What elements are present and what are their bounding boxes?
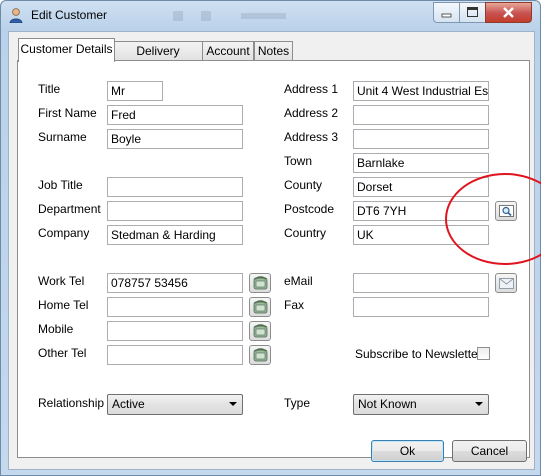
address1-label: Address 1: [284, 82, 339, 96]
fax-field[interactable]: [353, 297, 489, 317]
dial-other-tel-button[interactable]: [249, 345, 271, 365]
postcode-field[interactable]: DT6 7YH: [353, 201, 489, 221]
surname-field[interactable]: Boyle: [107, 129, 243, 149]
home-tel-label: Home Tel: [38, 298, 89, 312]
company-label: Company: [38, 226, 90, 240]
postcode-lookup-button[interactable]: [495, 201, 517, 221]
phone-icon: [253, 348, 268, 362]
mobile-field[interactable]: [107, 321, 243, 341]
relationship-select[interactable]: Active: [107, 394, 243, 415]
other-tel-label: Other Tel: [38, 346, 87, 360]
work-tel-field[interactable]: 078757 53456: [107, 273, 243, 293]
customer-details-panel: Title Mr First Name Fred Surname Boyle J…: [17, 60, 530, 458]
maximize-button[interactable]: [459, 2, 486, 23]
country-label: Country: [284, 226, 327, 240]
first-name-field[interactable]: Fred: [107, 105, 243, 125]
job-title-label: Job Title: [38, 178, 83, 192]
title-field[interactable]: Mr: [107, 81, 163, 101]
relationship-label: Relationship: [38, 396, 105, 410]
work-tel-label: Work Tel: [38, 274, 85, 288]
envelope-icon: [499, 278, 514, 289]
relationship-value: Active: [112, 397, 145, 411]
maximize-icon: [467, 7, 478, 17]
type-label: Type: [284, 396, 311, 410]
country-field[interactable]: UK: [353, 225, 489, 245]
other-tel-field[interactable]: [107, 345, 243, 365]
send-email-button[interactable]: [495, 273, 517, 293]
address2-field[interactable]: [353, 105, 489, 125]
tab-customer-details[interactable]: Customer Details: [18, 38, 115, 62]
minimize-button[interactable]: [433, 2, 460, 23]
address2-label: Address 2: [284, 106, 339, 120]
newsletter-label: Subscribe to Newsletter: [355, 347, 482, 361]
phone-icon: [253, 276, 268, 290]
background-window-ghost: [173, 11, 286, 21]
job-title-field[interactable]: [107, 177, 243, 197]
postcode-label: Postcode: [284, 202, 335, 216]
window-title: Edit Customer: [31, 8, 108, 22]
tab-notes[interactable]: Notes: [254, 41, 293, 61]
magnifier-icon: [499, 205, 514, 217]
cancel-button[interactable]: Cancel: [452, 440, 527, 462]
minimize-icon: [441, 13, 452, 18]
dial-home-tel-button[interactable]: [249, 297, 271, 317]
tab-delivery-address[interactable]: Delivery Address: [113, 41, 203, 77]
chevron-down-icon: [229, 402, 237, 406]
ok-button[interactable]: Ok: [371, 440, 444, 462]
chevron-down-icon: [475, 402, 483, 406]
address3-label: Address 3: [284, 130, 339, 144]
email-label: eMail: [284, 274, 313, 288]
mobile-label: Mobile: [38, 322, 74, 336]
home-tel-field[interactable]: [107, 297, 243, 317]
phone-icon: [253, 324, 268, 338]
dial-mobile-button[interactable]: [249, 321, 271, 341]
type-select[interactable]: Not Known: [353, 394, 489, 415]
title-label: Title: [38, 82, 61, 96]
town-label: Town: [284, 154, 313, 168]
first-name-label: First Name: [38, 106, 97, 120]
user-icon: [9, 8, 23, 23]
county-label: County: [284, 178, 323, 192]
dial-work-tel-button[interactable]: [249, 273, 271, 293]
title-bar[interactable]: Edit Customer: [1, 1, 540, 31]
email-field[interactable]: [353, 273, 489, 293]
fax-label: Fax: [284, 298, 305, 312]
address3-field[interactable]: [353, 129, 489, 149]
close-icon: [503, 7, 514, 18]
department-label: Department: [38, 202, 101, 216]
surname-label: Surname: [38, 130, 87, 144]
company-field[interactable]: Stedman & Harding: [107, 225, 243, 245]
edit-customer-window: Edit Customer Customer Details Delivery …: [0, 0, 541, 476]
county-field[interactable]: Dorset: [353, 177, 489, 197]
tab-account[interactable]: Account: [202, 41, 254, 61]
newsletter-checkbox[interactable]: [477, 347, 490, 360]
department-field[interactable]: [107, 201, 243, 221]
type-value: Not Known: [358, 397, 417, 411]
dialog-client-area: Customer Details Delivery Address Accoun…: [8, 31, 535, 470]
address1-field[interactable]: Unit 4 West Industrial Estate: [353, 81, 489, 101]
phone-icon: [253, 300, 268, 314]
close-button[interactable]: [485, 2, 532, 23]
town-field[interactable]: Barnlake: [353, 153, 489, 173]
